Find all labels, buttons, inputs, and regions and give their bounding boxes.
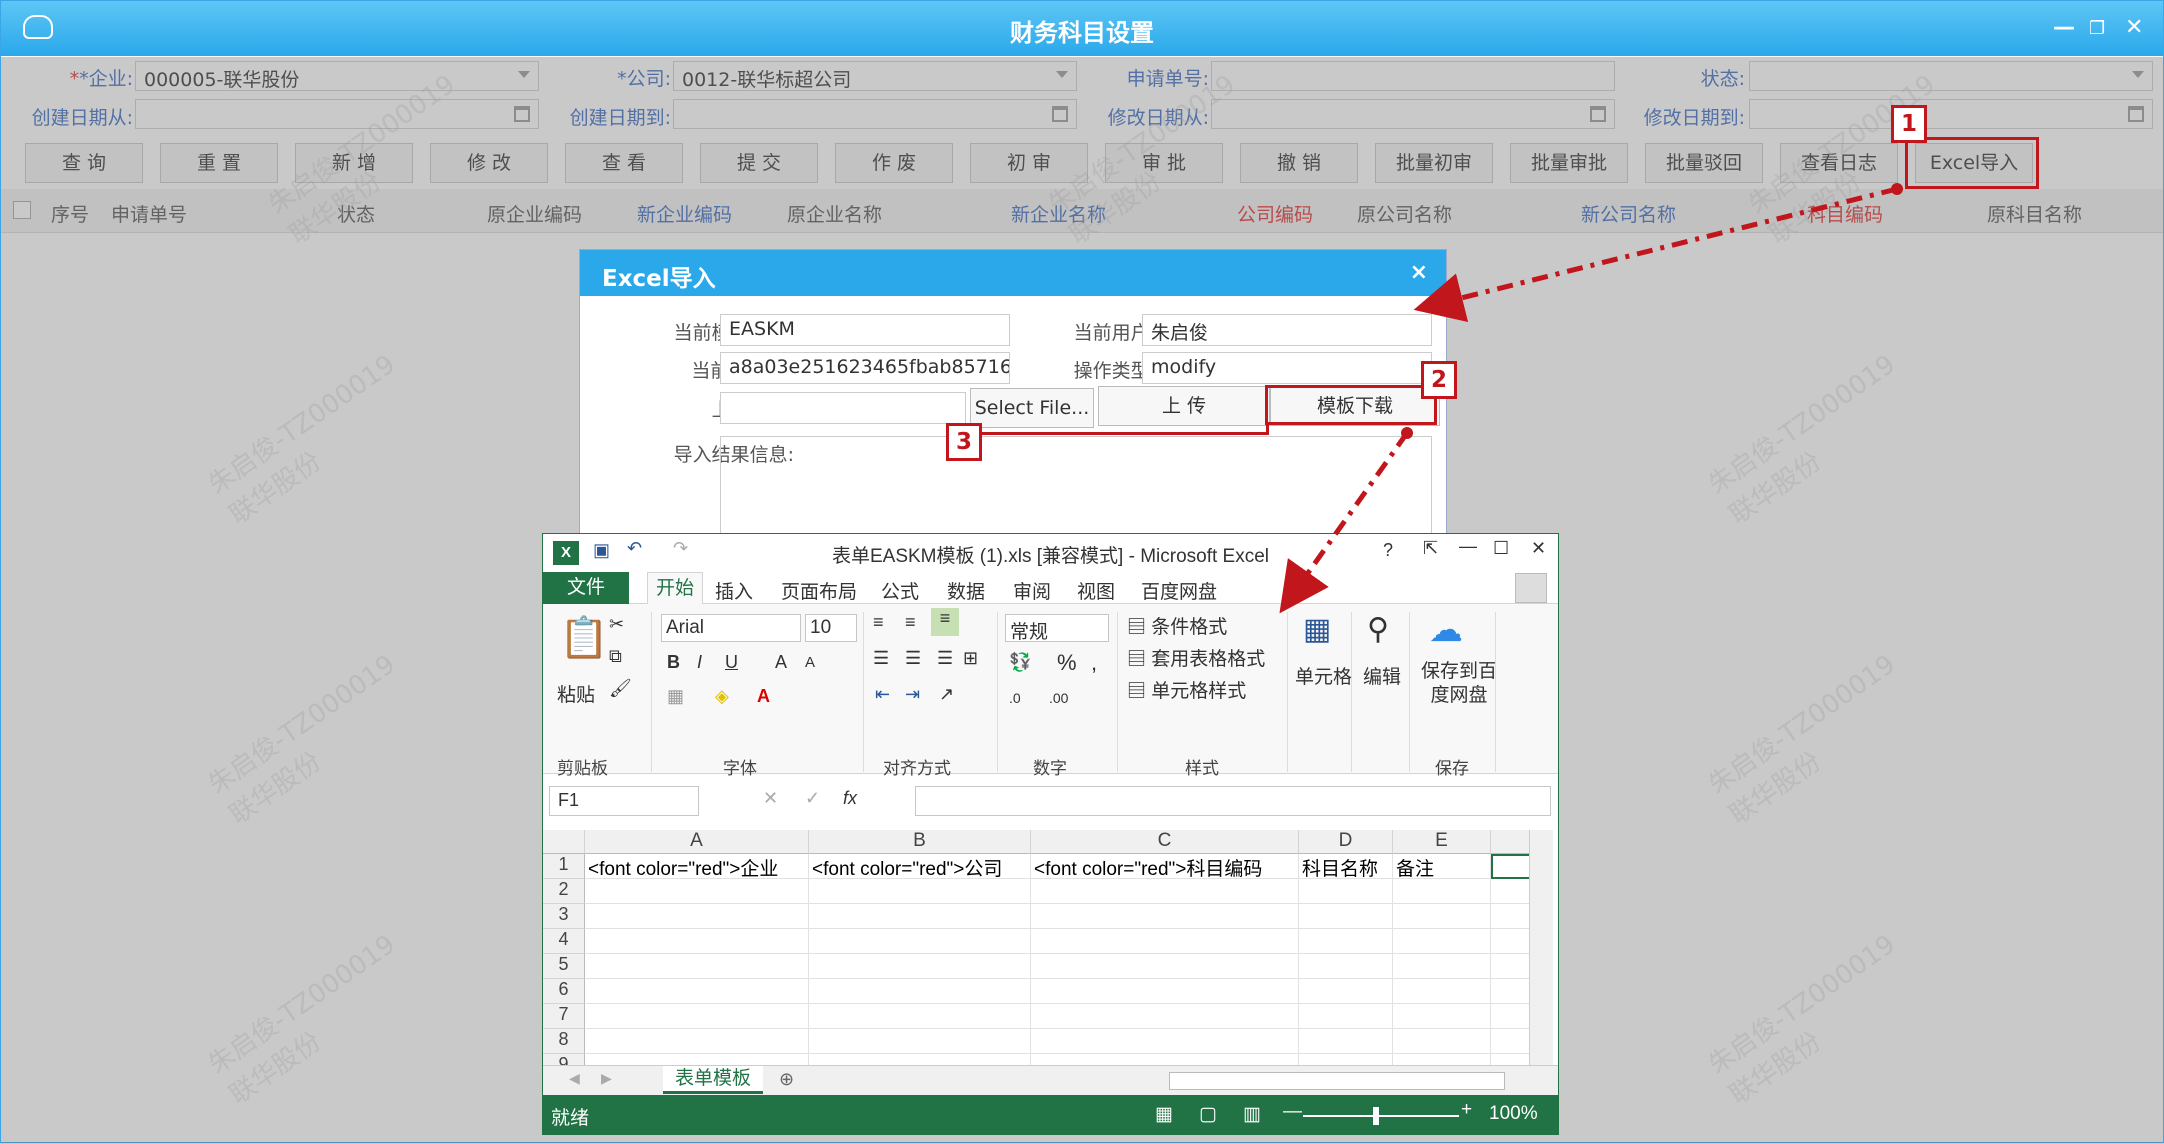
app-window: 财务科目设置 — ❐ ✕ **企业: 000005-联华股份 *公司: 0012… [0, 0, 2164, 1143]
arrow-1-to-dialog [1413, 186, 1898, 322]
arrow-2-to-excel [1279, 431, 1410, 614]
arrow-2-origin [1401, 427, 1413, 439]
arrow-1-origin [1891, 183, 1903, 195]
annotation-arrows [1279, 183, 1903, 614]
